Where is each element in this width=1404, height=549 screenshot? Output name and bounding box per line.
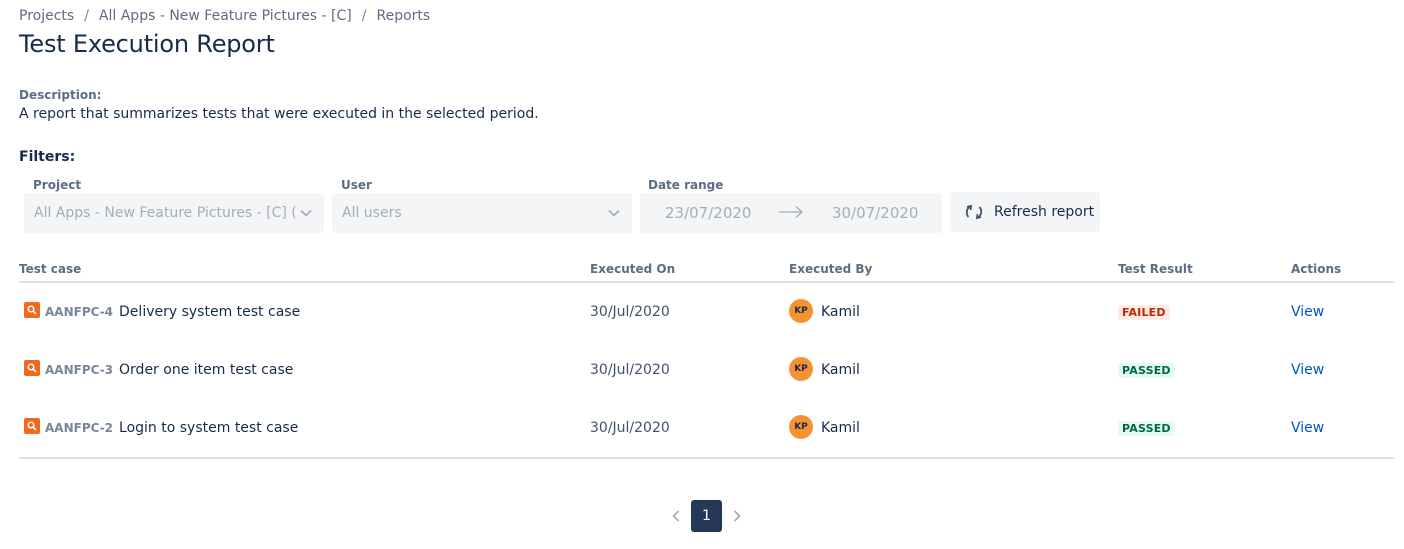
refresh-report-button[interactable]: Refresh report xyxy=(950,192,1100,232)
executed-on-cell: 30/Jul/2020 xyxy=(590,362,670,378)
date-range-label: Date range xyxy=(648,178,724,192)
test-result-cell: PASSED xyxy=(1118,341,1175,399)
column-header-actions: Actions xyxy=(1291,262,1342,276)
test-case-key[interactable]: AANFPC-3 xyxy=(45,363,113,377)
user-select[interactable]: All users xyxy=(332,193,632,233)
description-text: A report that summarizes tests that were… xyxy=(19,106,539,122)
column-header-test-result: Test Result xyxy=(1118,262,1193,276)
column-header-executed-on: Executed On xyxy=(590,262,676,276)
pagination-current-page[interactable]: 1 xyxy=(691,500,722,532)
test-case-key[interactable]: AANFPC-2 xyxy=(45,421,113,435)
chevron-left-icon[interactable] xyxy=(664,500,688,532)
user-filter-label: User xyxy=(341,178,372,192)
actions-cell: View xyxy=(1291,341,1324,399)
executed-by-cell: KP Kamil xyxy=(789,283,860,341)
executed-on-cell: 30/Jul/2020 xyxy=(590,420,670,436)
table-body: AANFPC-4 Delivery system test case 30/Ju… xyxy=(19,283,1394,459)
arrow-right-icon xyxy=(778,205,804,223)
view-link[interactable]: View xyxy=(1291,304,1324,320)
test-execution-table: Test case Executed On Executed By Test R… xyxy=(19,258,1394,459)
table-row: AANFPC-4 Delivery system test case 30/Ju… xyxy=(19,283,1394,341)
view-link[interactable]: View xyxy=(1291,420,1324,436)
user-select-value: All users xyxy=(342,205,402,221)
breadcrumb-separator: / xyxy=(361,8,367,24)
breadcrumb-reports[interactable]: Reports xyxy=(376,8,430,24)
date-range-picker: 23/07/2020 30/07/2020 xyxy=(640,193,942,233)
avatar: KP xyxy=(789,299,813,323)
actions-cell: View xyxy=(1291,399,1324,457)
test-case-summary[interactable]: Order one item test case xyxy=(119,362,293,378)
test-case-key[interactable]: AANFPC-4 xyxy=(45,305,113,319)
test-case-summary[interactable]: Login to system test case xyxy=(119,420,298,436)
executed-by-cell: KP Kamil xyxy=(789,341,860,399)
chevron-down-icon xyxy=(298,205,314,221)
chevron-down-icon xyxy=(606,205,622,221)
project-select-value: All Apps - New Feature Pictures - [C] (… xyxy=(34,205,298,221)
refresh-report-label: Refresh report xyxy=(994,204,1095,220)
test-result-cell: FAILED xyxy=(1118,283,1170,341)
status-badge: FAILED xyxy=(1118,304,1170,320)
breadcrumb: Projects / All Apps - New Feature Pictur… xyxy=(19,8,430,24)
filters-label: Filters: xyxy=(19,149,76,165)
breadcrumb-project[interactable]: All Apps - New Feature Pictures - [C] xyxy=(99,8,352,24)
table-row: AANFPC-2 Login to system test case 30/Ju… xyxy=(19,399,1394,457)
column-header-executed-by: Executed By xyxy=(789,262,873,276)
table-header: Test case Executed On Executed By Test R… xyxy=(19,258,1394,283)
project-filter-label: Project xyxy=(33,178,82,192)
status-badge: PASSED xyxy=(1118,362,1175,378)
test-case-cell: AANFPC-2 Login to system test case xyxy=(19,399,298,457)
test-case-cell: AANFPC-3 Order one item test case xyxy=(19,341,293,399)
view-link[interactable]: View xyxy=(1291,362,1324,378)
column-header-test-case: Test case xyxy=(19,262,82,276)
project-select[interactable]: All Apps - New Feature Pictures - [C] (… xyxy=(24,193,324,233)
avatar: KP xyxy=(789,415,813,439)
executed-by-cell: KP Kamil xyxy=(789,399,860,457)
status-badge: PASSED xyxy=(1118,420,1175,436)
breadcrumb-projects[interactable]: Projects xyxy=(19,8,74,24)
magnifier-icon xyxy=(24,360,40,376)
date-from-input[interactable]: 23/07/2020 xyxy=(665,204,751,222)
executed-by-user: Kamil xyxy=(821,304,860,320)
executed-by-user: Kamil xyxy=(821,362,860,378)
breadcrumb-separator: / xyxy=(84,8,89,24)
test-case-cell: AANFPC-4 Delivery system test case xyxy=(19,283,300,341)
magnifier-icon xyxy=(24,418,40,434)
executed-on-cell: 30/Jul/2020 xyxy=(590,304,670,320)
pagination: 1 xyxy=(664,500,749,532)
page-title: Test Execution Report xyxy=(19,30,275,58)
actions-cell: View xyxy=(1291,283,1324,341)
magnifier-icon xyxy=(24,302,40,318)
table-row: AANFPC-3 Order one item test case 30/Jul… xyxy=(19,341,1394,399)
chevron-right-icon[interactable] xyxy=(725,500,749,532)
test-result-cell: PASSED xyxy=(1118,399,1175,457)
test-case-summary[interactable]: Delivery system test case xyxy=(119,304,300,320)
refresh-icon xyxy=(964,202,984,222)
executed-by-user: Kamil xyxy=(821,420,860,436)
date-to-input[interactable]: 30/07/2020 xyxy=(832,204,918,222)
avatar: KP xyxy=(789,357,813,381)
description-label: Description: xyxy=(19,88,102,102)
